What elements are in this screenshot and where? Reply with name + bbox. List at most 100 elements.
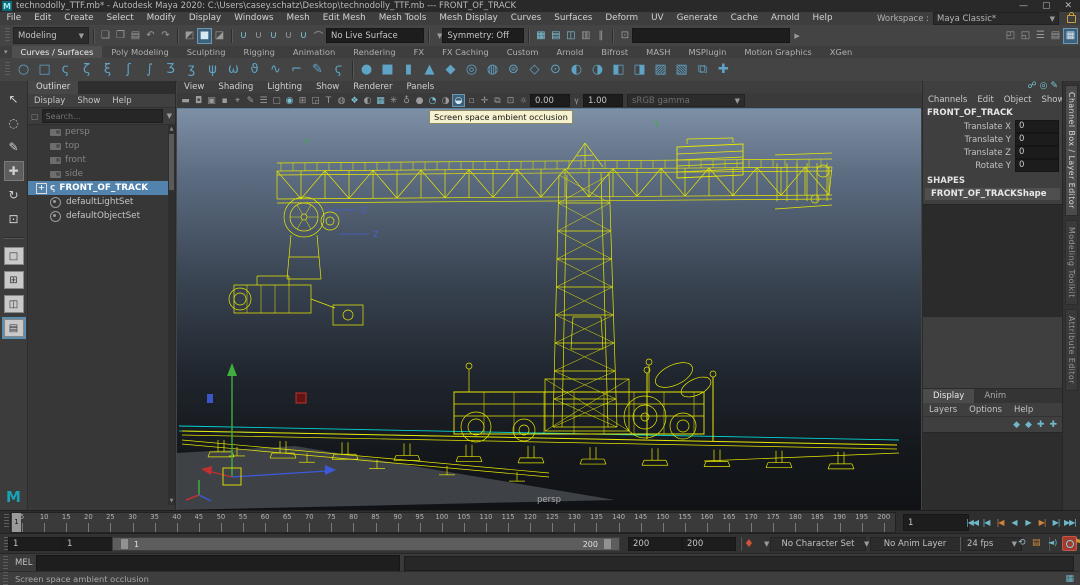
menu-item[interactable]: Modify (140, 12, 182, 25)
outliner-tab[interactable]: Outliner (28, 81, 78, 94)
layer-list[interactable] (923, 432, 1063, 511)
range-start-handle[interactable] (121, 539, 128, 549)
layer-action-icon[interactable]: ✚ (1037, 420, 1045, 430)
file-icon[interactable]: ❏ (98, 28, 113, 44)
shelf-tab[interactable]: MASH (637, 46, 679, 58)
shelf-tab[interactable]: Rigging (234, 46, 283, 58)
mute-audio-icon[interactable]: ◄) (1048, 538, 1057, 547)
layer-action-icon[interactable]: ✚ (1049, 420, 1057, 430)
sidebar-toggle-icon[interactable]: ◰ (1003, 28, 1018, 44)
shelf-tool-icon[interactable]: ▮ (398, 59, 419, 80)
workspace-selector[interactable]: Maya Classic*▼ (933, 12, 1059, 25)
shelf-tool-icon[interactable]: ⌐ (286, 59, 307, 80)
selection-mask-icon[interactable]: ■ (197, 28, 212, 44)
playback-end-field[interactable]: 200 (628, 537, 682, 551)
timeline-tick[interactable]: 180 (784, 513, 806, 532)
animation-end-field[interactable]: 200 (682, 537, 736, 551)
shelf-tool-icon[interactable]: ψ (202, 59, 223, 80)
animation-prefs-icon[interactable]: ⚑ (1074, 538, 1080, 548)
outliner-item[interactable]: side (28, 167, 175, 181)
timeline-tick[interactable]: 60 (254, 513, 276, 532)
lock-workspace-icon[interactable] (1067, 15, 1076, 23)
menu-item[interactable]: Mesh (280, 12, 316, 25)
menu-item[interactable]: Curves (504, 12, 548, 25)
character-set-selector[interactable]: No Character Set (770, 537, 866, 551)
outliner-item[interactable]: +ς FRONT_OF_TRACK (28, 181, 175, 195)
playback-button[interactable]: |◀◀ (965, 513, 979, 531)
viewport-toolbar-icon[interactable]: ◔ (426, 94, 439, 107)
tool-icon[interactable]: ✎ (4, 137, 24, 157)
shelf-tab[interactable]: Arnold (547, 46, 592, 58)
viewport-toolbar-icon[interactable]: ⊞ (296, 94, 309, 107)
shelf-tool-icon[interactable]: ς (55, 59, 76, 80)
shelf-tab[interactable]: Bifrost (592, 46, 637, 58)
maximize-button[interactable]: ▢ (1042, 1, 1051, 11)
timeline-tick[interactable]: 75 (320, 513, 342, 532)
channelbox-menu-item[interactable]: Edit (972, 95, 998, 105)
timeline-tick[interactable]: 45 (188, 513, 210, 532)
shelf-tool-icon[interactable]: ∫ (139, 59, 160, 80)
sidebar-toggle-icon[interactable]: ◱ (1018, 28, 1033, 44)
viewport-toolbar-icon[interactable]: ◐ (361, 94, 374, 107)
timeline-tick[interactable]: 140 (608, 513, 630, 532)
outliner-item[interactable]: persp (28, 125, 175, 139)
layer-editor-tab[interactable]: Display (923, 389, 974, 403)
sidebar-toggle-icon[interactable]: ☰ (1033, 28, 1048, 44)
shelf-tool-icon[interactable]: ▲ (419, 59, 440, 80)
viewport-toolbar-icon[interactable]: ▬ (179, 94, 192, 107)
shelf-tool-icon[interactable]: ● (356, 59, 377, 80)
range-end-handle[interactable] (604, 539, 611, 549)
range-slider[interactable]: 1 200 (112, 537, 620, 551)
shelf-tab[interactable]: FX Caching (433, 46, 498, 58)
shelf-tool-icon[interactable]: ◎ (461, 59, 482, 80)
playback-button[interactable]: |◀ (993, 513, 1007, 531)
viewport-toolbar-icon[interactable]: ⊡ (504, 94, 517, 107)
snap-icon[interactable]: ∪ (296, 28, 311, 44)
command-language-label[interactable]: MEL (15, 558, 32, 568)
timeline-tick[interactable]: 175 (762, 513, 784, 532)
channelbox-menu-item[interactable]: Channels (923, 95, 972, 105)
selected-node-name[interactable]: FRONT_OF_TRACK (923, 106, 1062, 120)
viewport-toolbar-icon[interactable]: ▫ (465, 94, 478, 107)
live-surface-field[interactable]: No Live Surface (326, 28, 424, 43)
shelf-tool-icon[interactable]: ◨ (629, 59, 650, 80)
menu-item[interactable]: Cache (724, 12, 764, 25)
tool-icon[interactable]: ↻ (4, 185, 24, 205)
shelf-tool-icon[interactable]: ʒ (181, 59, 202, 80)
snap-icon[interactable]: ∪ (251, 28, 266, 44)
menu-item[interactable]: Surfaces (548, 12, 599, 25)
menu-item[interactable]: Help (806, 12, 839, 25)
timeline-tick[interactable]: 200 (873, 513, 895, 532)
timeline-tick[interactable]: 135 (585, 513, 607, 532)
outliner-item[interactable]: front (28, 153, 175, 167)
viewport-menu-item[interactable]: Lighting (260, 82, 309, 92)
sidebar-toggle-icon[interactable]: ▦ (1063, 28, 1078, 44)
timeline-tick[interactable]: 35 (144, 513, 166, 532)
menu-item[interactable]: Mesh Tools (372, 12, 433, 25)
shelf-tool-icon[interactable]: ∿ (265, 59, 286, 80)
timeline-tick[interactable]: 120 (519, 513, 541, 532)
channelbox-menu-item[interactable]: Object (999, 95, 1037, 105)
playback-loop-icon[interactable]: ⟲ (1018, 538, 1026, 548)
render-icon[interactable]: ▦ (533, 28, 548, 44)
shelf-tab[interactable]: Animation (284, 46, 344, 58)
layer-editor-tab[interactable]: Anim (974, 389, 1016, 403)
timeline-tick[interactable]: 100 (431, 513, 453, 532)
viewport-toolbar-icon[interactable]: ♁ (400, 94, 413, 107)
playback-button[interactable]: ▶ (1021, 513, 1035, 531)
shelf-tool-icon[interactable]: ϛ (328, 59, 349, 80)
timeline-tick[interactable]: 115 (497, 513, 519, 532)
viewport-toolbar-icon[interactable]: ◑ (439, 94, 452, 107)
channelbox-icon[interactable]: ☍ (1027, 81, 1036, 93)
shelf-tool-icon[interactable]: ○ (13, 59, 34, 80)
menu-item[interactable]: Edit Mesh (316, 12, 372, 25)
timeline-tick[interactable]: 20 (77, 513, 99, 532)
timeline-tick[interactable]: 150 (652, 513, 674, 532)
shelf-tab[interactable]: Poly Modeling (102, 46, 177, 58)
command-input[interactable] (36, 555, 400, 572)
shelf-tab[interactable]: Rendering (344, 46, 404, 58)
timeline-tick[interactable]: 85 (365, 513, 387, 532)
snap-icon[interactable]: ⌒ (311, 28, 326, 44)
channelbox-icon[interactable]: ✎ (1050, 81, 1058, 93)
gamma-field[interactable]: 1.00 (583, 94, 623, 107)
